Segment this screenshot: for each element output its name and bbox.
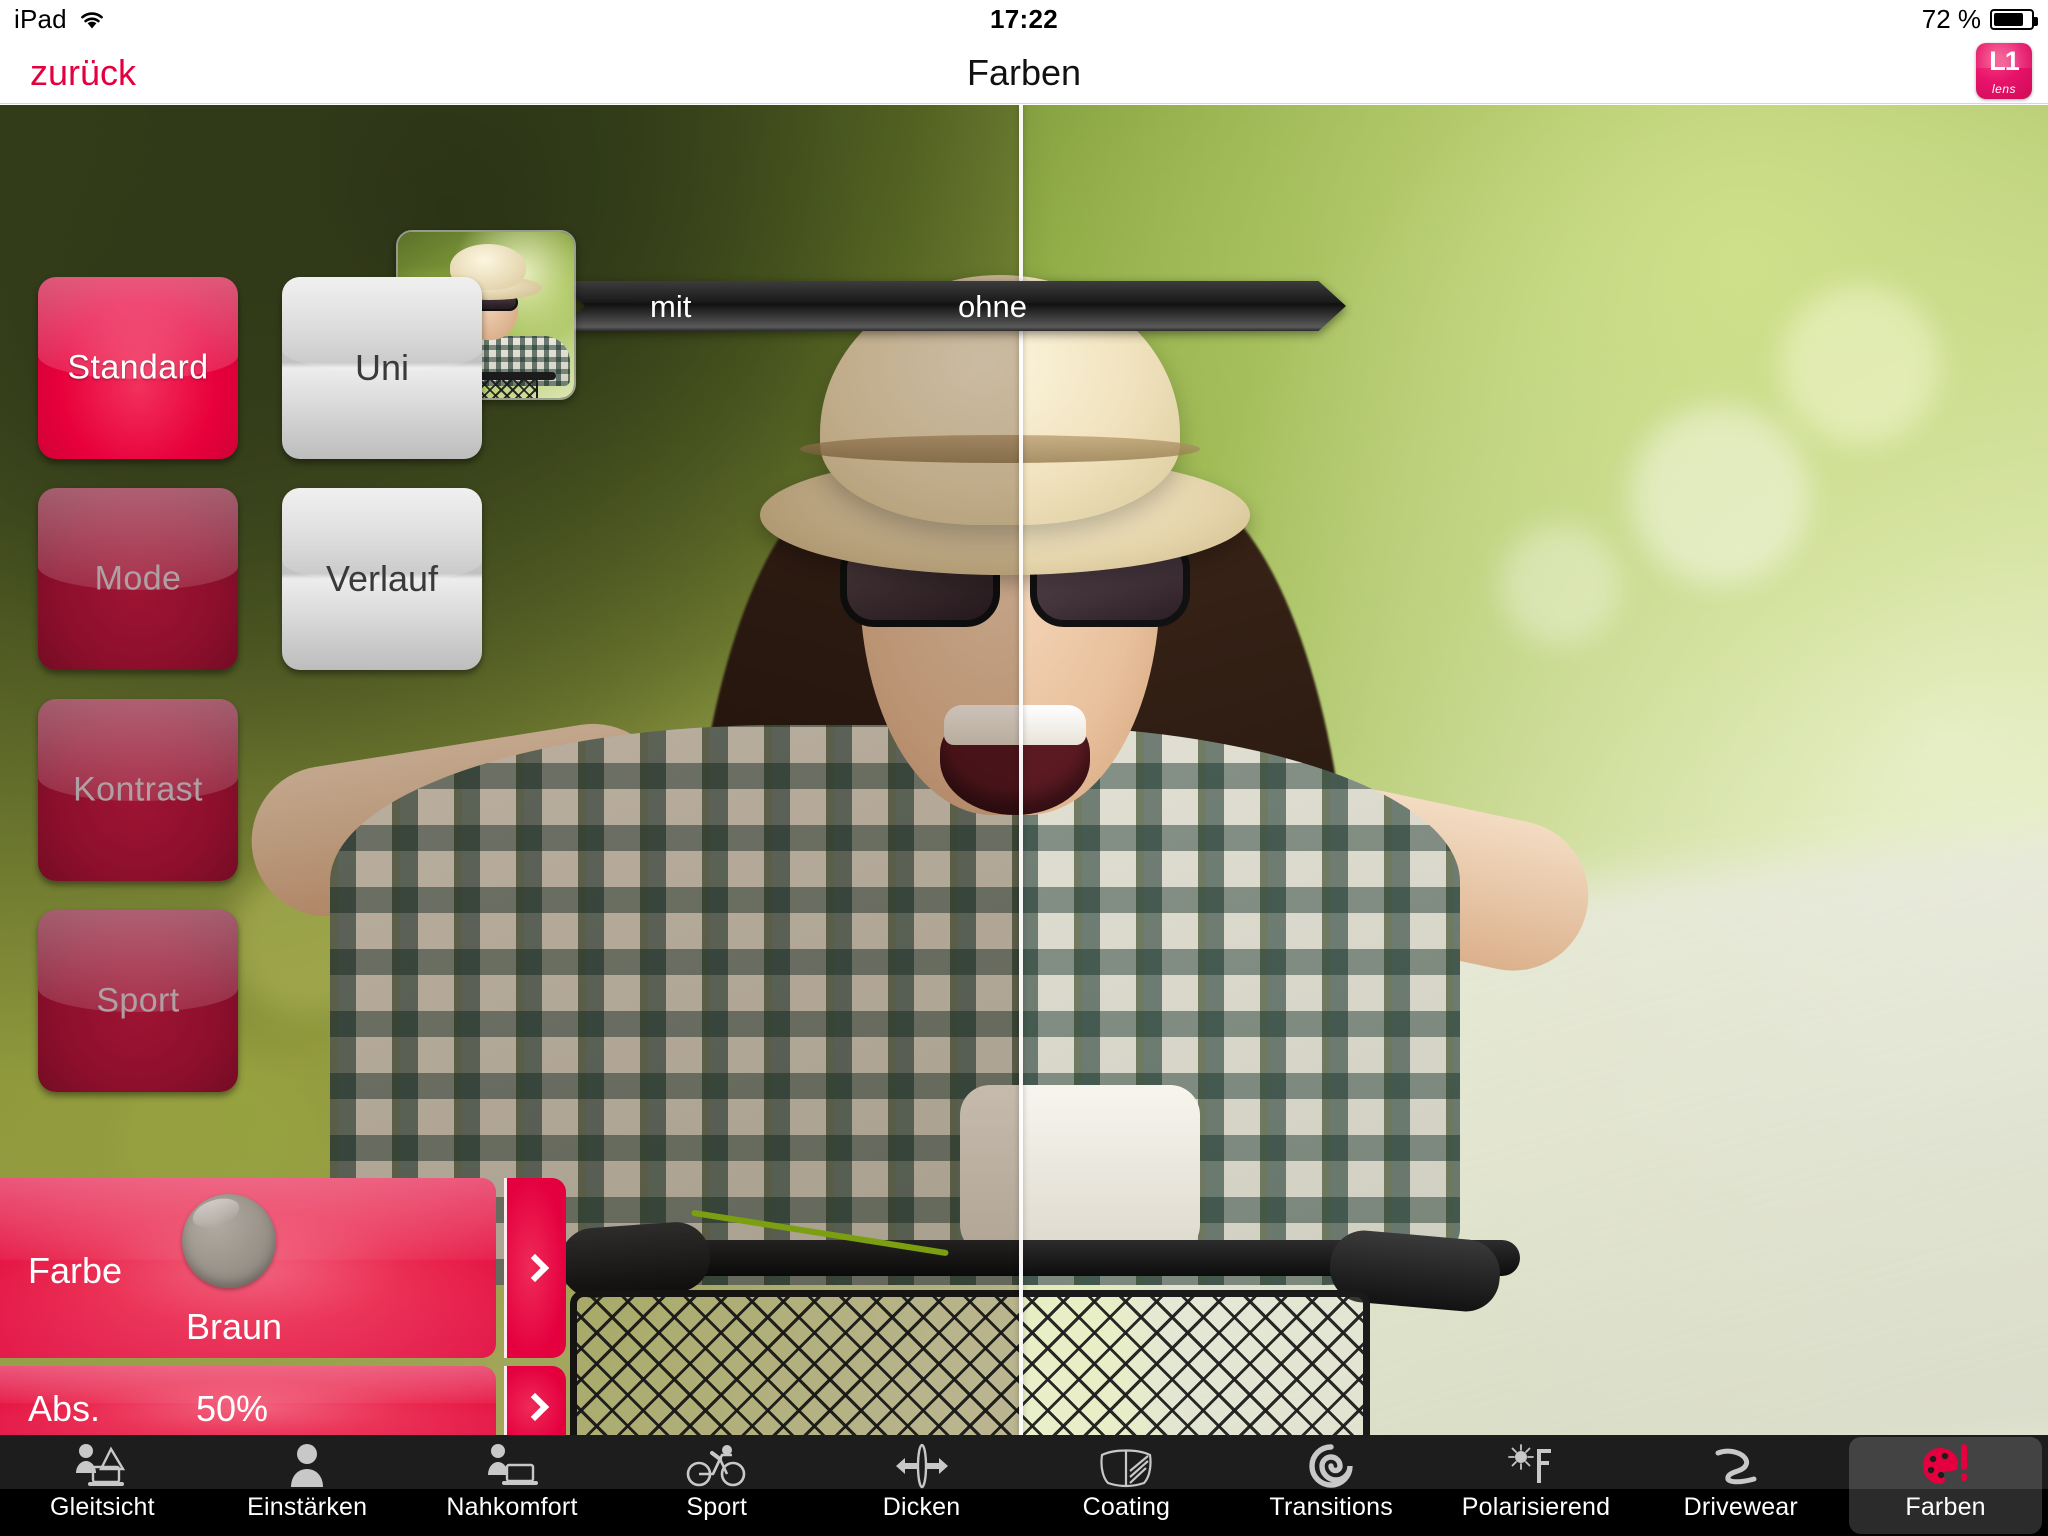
tint-type-button-uni[interactable]: Uni (282, 277, 482, 459)
value-row-abs: Abs. 50% (0, 1366, 566, 1435)
winding-road-icon (1710, 1440, 1772, 1492)
sun-polar-filter-icon (1505, 1440, 1567, 1492)
tab-sport[interactable]: Sport (614, 1435, 819, 1536)
tab-transitions[interactable]: Transitions (1229, 1435, 1434, 1536)
tab-drivewear[interactable]: Drivewear (1638, 1435, 1843, 1536)
tab-gleitsicht[interactable]: Gleitsicht (0, 1435, 205, 1536)
tab-label: Einstärken (247, 1493, 368, 1521)
navigation-bar: zurück Farben L1 lens (0, 38, 2048, 104)
tab-label: Drivewear (1683, 1493, 1798, 1521)
tab-einstaerken[interactable]: Einstärken (205, 1435, 410, 1536)
ipad-screen: iPad 17:22 72 % zurück Farben L1 lens mi… (0, 0, 2048, 1536)
status-bar: iPad 17:22 72 % (0, 0, 2048, 38)
tab-label: Sport (686, 1493, 748, 1521)
tab-coating[interactable]: Coating (1024, 1435, 1229, 1536)
tint-type-button-verlauf[interactable]: Verlauf (282, 488, 482, 670)
abs-label: Abs. (28, 1388, 101, 1429)
value-row-farbe: Farbe Braun (0, 1178, 566, 1358)
logo-wordmark: lens (1991, 82, 2016, 96)
tab-farben[interactable]: Farben (1843, 1435, 2048, 1536)
spiral-icon (1307, 1440, 1355, 1492)
person-icon (285, 1440, 329, 1492)
tab-polarisierend[interactable]: Polarisierend (1434, 1435, 1639, 1536)
cyclist-icon (686, 1440, 748, 1492)
color-swatch[interactable] (182, 1193, 276, 1288)
person-mountain-laptop-icon (71, 1440, 133, 1492)
tint-type-label: Uni (354, 347, 410, 388)
category-button-standard[interactable]: Standard (38, 277, 238, 459)
status-bar-right: 72 % (1921, 4, 2038, 35)
farbe-label: Farbe (28, 1250, 123, 1291)
color-palette-icon (1920, 1440, 1972, 1492)
tab-label: Farben (1905, 1493, 1986, 1521)
category-button-sport[interactable]: Sport (38, 910, 238, 1092)
category-label: Kontrast (73, 770, 203, 809)
tab-label: Transitions (1269, 1493, 1393, 1521)
tint-type-column: Uni Verlauf (282, 277, 482, 699)
category-button-kontrast[interactable]: Kontrast (38, 699, 238, 881)
farbe-value: Braun (186, 1306, 283, 1347)
logo-mark: L1 (1989, 46, 2020, 76)
abs-disclosure-button[interactable] (504, 1366, 566, 1435)
value-row-list: Farbe Braun Abs. 50% (0, 1178, 566, 1435)
person-laptop-icon (483, 1440, 541, 1492)
chevron-right-icon (520, 1392, 549, 1422)
farbe-disclosure-button[interactable] (504, 1178, 566, 1358)
tab-dicken[interactable]: Dicken (819, 1435, 1024, 1536)
l1-lens-logo[interactable]: L1 lens (1976, 43, 2032, 99)
abs-value: 50% (196, 1388, 269, 1429)
banner-label-ohne: ohne (958, 289, 1027, 324)
battery-icon (1990, 9, 2038, 30)
comparison-banner[interactable]: mit ohne (560, 281, 1346, 331)
banner-label-mit: mit (650, 289, 692, 324)
status-bar-clock: 17:22 (990, 4, 1058, 34)
tab-label: Gleitsicht (49, 1493, 155, 1521)
tab-label: Coating (1082, 1493, 1171, 1521)
battery-percentage: 72 % (1921, 4, 1981, 34)
lens-preview-stage: mit ohne Standard Mode Kontrast Sport Un… (0, 105, 2048, 1435)
lens-coating-icon (1096, 1440, 1156, 1492)
bottom-tab-bar: Gleitsicht Einstärken Nahkomfort Sport D… (0, 1435, 2048, 1536)
tab-label: Nahkomfort (446, 1493, 578, 1521)
lens-thickness-arrows-icon (887, 1440, 957, 1492)
tab-label: Dicken (882, 1493, 961, 1521)
farbe-row-body[interactable]: Farbe Braun (0, 1178, 496, 1358)
page-title: Farben (966, 52, 1082, 93)
tint-type-label: Verlauf (325, 558, 439, 599)
category-label: Mode (94, 559, 182, 598)
category-button-mode[interactable]: Mode (38, 488, 238, 670)
chevron-right-icon (520, 1253, 549, 1283)
category-label: Standard (67, 348, 209, 387)
abs-row-body[interactable]: Abs. 50% (0, 1366, 496, 1435)
tab-nahkomfort[interactable]: Nahkomfort (410, 1435, 615, 1536)
category-label: Sport (96, 981, 180, 1020)
tab-label: Polarisierend (1461, 1493, 1611, 1521)
category-button-column: Standard Mode Kontrast Sport (38, 277, 238, 1121)
